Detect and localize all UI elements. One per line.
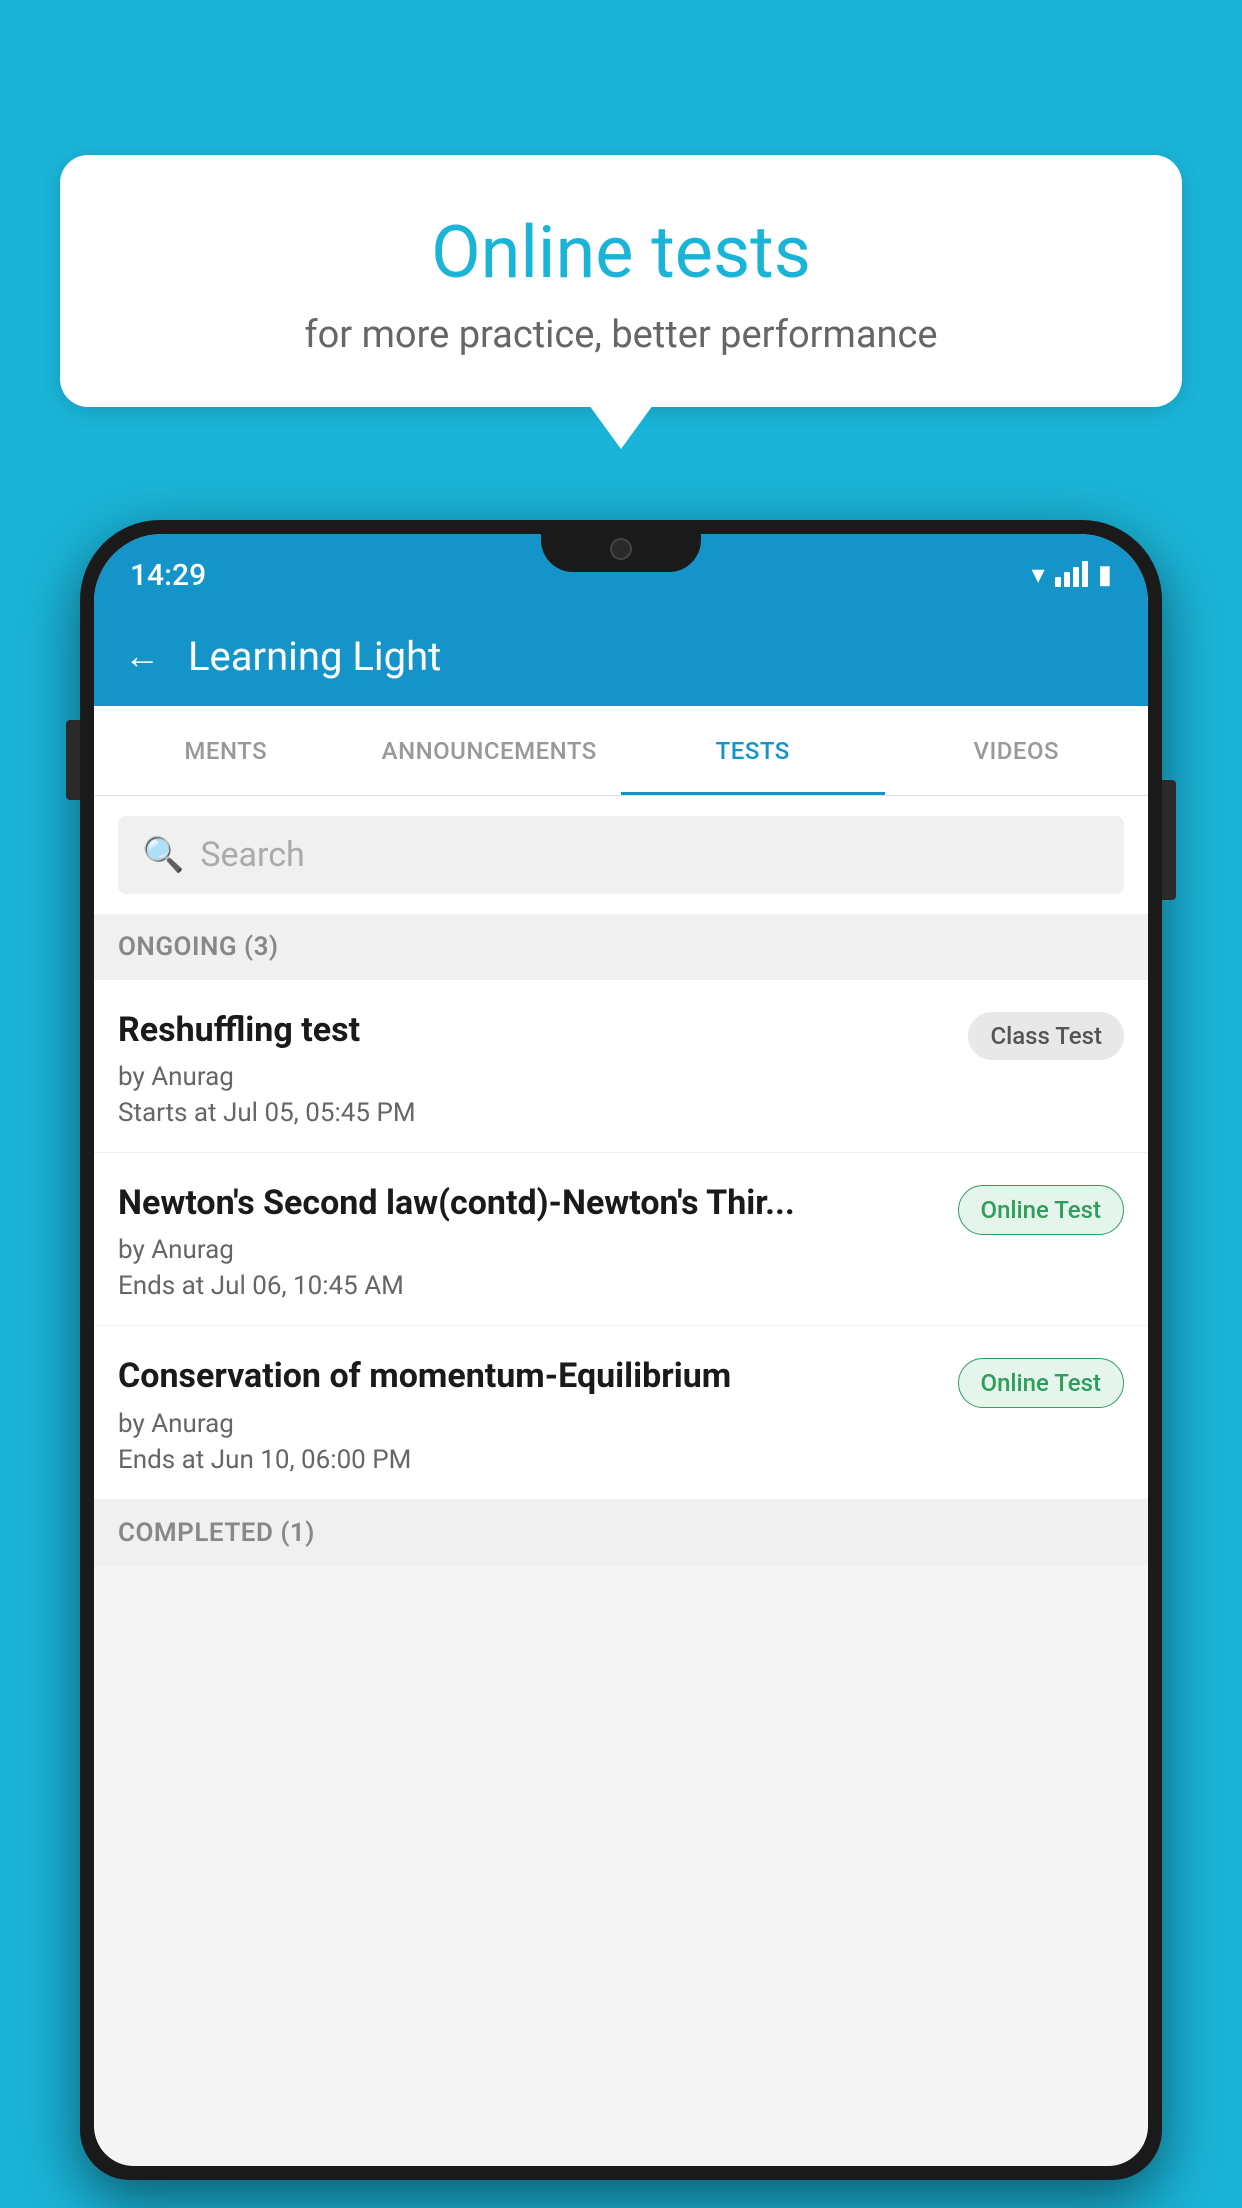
phone-outer: 14:29 ▾ ▮ ← Learning Light: [80, 520, 1162, 2180]
test-time-1: Starts at Jul 05, 05:45 PM: [118, 1098, 952, 1128]
tab-videos[interactable]: VIDEOS: [885, 706, 1149, 795]
app-header: ← Learning Light: [94, 606, 1148, 706]
tab-announcements[interactable]: ANNOUNCEMENTS: [358, 706, 622, 795]
bubble-title: Online tests: [120, 210, 1122, 295]
tab-ments[interactable]: MENTS: [94, 706, 358, 795]
test-badge-2: Online Test: [958, 1185, 1124, 1235]
test-badge-1: Class Test: [968, 1012, 1124, 1060]
test-title-1: Reshuffling test: [118, 1008, 952, 1052]
test-item-3[interactable]: Conservation of momentum-Equilibrium by …: [94, 1326, 1148, 1499]
phone-screen: 14:29 ▾ ▮ ← Learning Light: [94, 534, 1148, 2166]
back-button[interactable]: ←: [124, 635, 160, 677]
signal-icon: [1055, 563, 1088, 587]
status-icons: ▾ ▮: [1032, 560, 1112, 590]
test-time-2: Ends at Jul 06, 10:45 AM: [118, 1271, 942, 1301]
status-time: 14:29: [130, 558, 206, 593]
search-bar[interactable]: 🔍 Search: [118, 816, 1124, 894]
speech-bubble-container: Online tests for more practice, better p…: [60, 155, 1182, 407]
test-author-3: by Anurag: [118, 1409, 942, 1439]
test-title-3: Conservation of momentum-Equilibrium: [118, 1354, 942, 1398]
test-badge-3: Online Test: [958, 1358, 1124, 1408]
speech-bubble: Online tests for more practice, better p…: [60, 155, 1182, 407]
test-info-2: Newton's Second law(contd)-Newton's Thir…: [118, 1181, 942, 1301]
test-author-2: by Anurag: [118, 1235, 942, 1265]
test-list: Reshuffling test by Anurag Starts at Jul…: [94, 980, 1148, 1500]
test-title-2: Newton's Second law(contd)-Newton's Thir…: [118, 1181, 942, 1225]
test-info-3: Conservation of momentum-Equilibrium by …: [118, 1354, 942, 1474]
test-item-2[interactable]: Newton's Second law(contd)-Newton's Thir…: [94, 1153, 1148, 1326]
app-title: Learning Light: [188, 633, 441, 680]
ongoing-section-header: ONGOING (3): [94, 914, 1148, 980]
tab-bar: MENTS ANNOUNCEMENTS TESTS VIDEOS: [94, 706, 1148, 796]
test-item-1[interactable]: Reshuffling test by Anurag Starts at Jul…: [94, 980, 1148, 1153]
test-time-3: Ends at Jun 10, 06:00 PM: [118, 1445, 942, 1475]
tab-tests[interactable]: TESTS: [621, 706, 885, 795]
search-placeholder: Search: [200, 835, 304, 875]
phone-container: 14:29 ▾ ▮ ← Learning Light: [80, 520, 1162, 2208]
phone-notch: [541, 520, 701, 572]
wifi-icon: ▾: [1032, 560, 1045, 590]
search-container: 🔍 Search: [94, 796, 1148, 914]
search-icon: 🔍: [142, 835, 184, 875]
bubble-subtitle: for more practice, better performance: [120, 313, 1122, 357]
app-content: ← Learning Light MENTS ANNOUNCEMENTS TES…: [94, 606, 1148, 2166]
test-info-1: Reshuffling test by Anurag Starts at Jul…: [118, 1008, 952, 1128]
test-author-1: by Anurag: [118, 1062, 952, 1092]
completed-section-header: COMPLETED (1): [94, 1500, 1148, 1566]
battery-icon: ▮: [1098, 560, 1112, 590]
phone-camera: [610, 538, 632, 560]
